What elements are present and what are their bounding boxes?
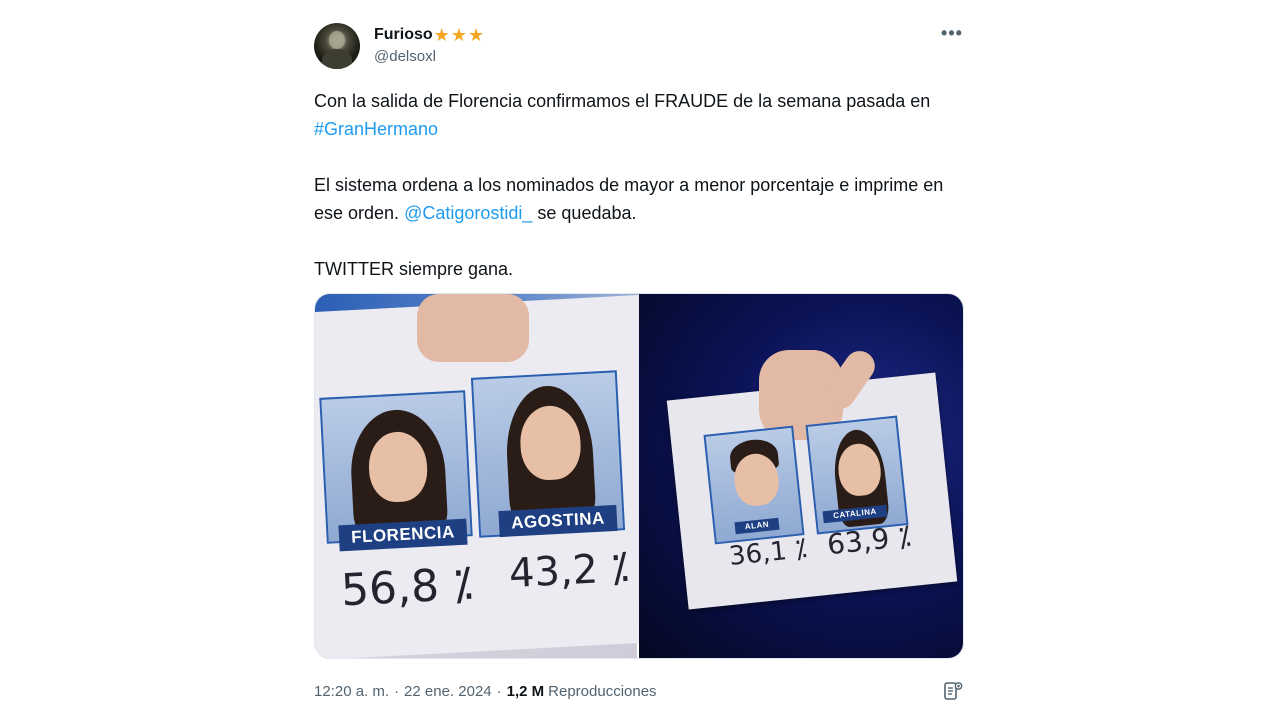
tweet-header: Furioso ★ ★ ★ @delsoxl ••• (314, 23, 964, 71)
star-icon: ★ (450, 25, 467, 45)
tweet-text-segment: Con la salida de Florencia confirmamos e… (314, 91, 931, 111)
tweet-text: Con la salida de Florencia confirmamos e… (314, 87, 964, 283)
tweet-footer: 12:20 a. m. · 22 ene. 2024 · 1,2 M Repro… (314, 681, 964, 701)
tweet-date[interactable]: 22 ene. 2024 (404, 683, 492, 700)
hashtag-link[interactable]: #GranHermano (314, 119, 438, 139)
star-icon: ★ (433, 25, 450, 45)
tweet-paragraph: Con la salida de Florencia confirmamos e… (314, 87, 964, 143)
views-count: 1,2 M (506, 682, 545, 700)
tweet-paragraph: TWITTER siempre gana. (314, 259, 514, 279)
avatar-body (322, 49, 352, 69)
hand (417, 294, 529, 362)
display-name-row: Furioso ★ ★ ★ (374, 23, 484, 47)
media-image-right[interactable]: ALAN CATALINA 36,1 ⁒ 63,9 ⁒ (639, 294, 963, 658)
media-image-left[interactable]: FLORENCIA AGOSTINA 56,8 ⁒ 43,2 ⁒ (315, 294, 639, 658)
views-label: Reproducciones (548, 682, 657, 700)
tweet-media[interactable]: FLORENCIA AGOSTINA 56,8 ⁒ 43,2 ⁒ ALAN CA… (314, 293, 964, 659)
star-icon: ★ (467, 25, 485, 45)
tweet-paragraph: El sistema ordena a los nominados de may… (314, 171, 964, 227)
percentage-value: 43,2 ⁒ (507, 544, 630, 598)
percentage-value: 56,8 ⁒ (339, 558, 474, 617)
tweet-time[interactable]: 12:20 a. m. (314, 683, 389, 700)
author-names: Furioso ★ ★ ★ @delsoxl (374, 23, 484, 65)
more-options-icon[interactable]: ••• (940, 24, 964, 49)
avatar-face (329, 31, 345, 49)
separator: · (496, 682, 502, 700)
mention-link[interactable]: @Catigorostidi_ (404, 203, 532, 223)
separator: · (394, 682, 400, 700)
bookmark-list-icon[interactable] (942, 680, 964, 702)
handle[interactable]: @delsoxl (374, 48, 484, 65)
tweet-text-segment: se quedaba. (532, 203, 637, 223)
display-name[interactable]: Furioso (374, 26, 433, 44)
avatar[interactable] (314, 23, 360, 69)
